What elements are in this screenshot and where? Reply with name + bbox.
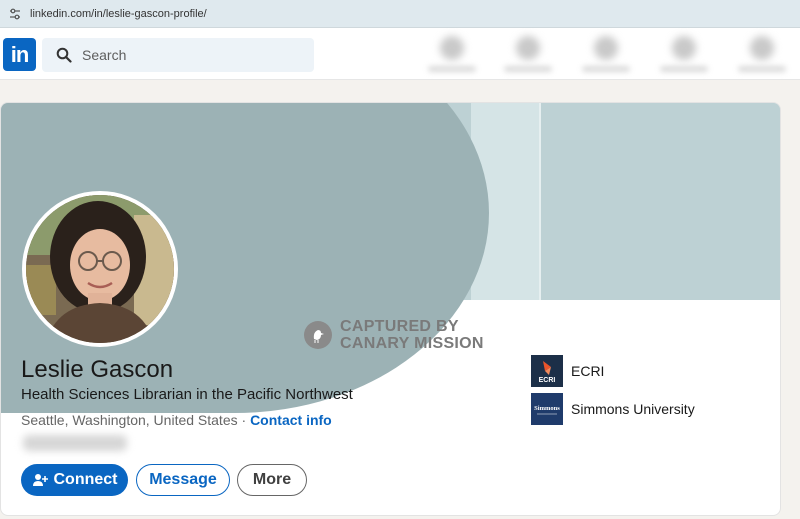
location-separator: ·: [237, 412, 251, 428]
blurred-nav-label: [504, 66, 552, 72]
simmons-logo: Simmons: [531, 393, 563, 425]
org-ecri[interactable]: ECRI ECRI: [531, 355, 604, 387]
nav-item-network[interactable]: [496, 32, 560, 76]
blurred-nav-icon: [440, 36, 464, 60]
url-text[interactable]: linkedin.com/in/leslie-gascon-profile/: [30, 8, 207, 20]
profile-location: Seattle, Washington, United States: [21, 412, 238, 428]
linkedin-logo[interactable]: in: [3, 38, 36, 71]
location-row: Seattle, Washington, United States · Con…: [21, 412, 332, 428]
blurred-nav-label: [660, 66, 708, 72]
connect-button[interactable]: Connect: [21, 464, 128, 496]
org-simmons-university[interactable]: Simmons Simmons University: [531, 393, 695, 425]
site-settings-icon[interactable]: [8, 7, 22, 21]
blurred-nav-icon: [594, 36, 618, 60]
nav-item-notifications[interactable]: [730, 32, 794, 76]
search-input[interactable]: Search: [82, 47, 126, 63]
nav-item-home[interactable]: [420, 32, 484, 76]
profile-name: Leslie Gascon: [21, 356, 174, 383]
blurred-nav-icon: [750, 36, 774, 60]
blurred-nav-icon: [516, 36, 540, 60]
nav-item-messaging[interactable]: [652, 32, 716, 76]
profile-card: CAPTURED BY CANARY MISSION Leslie Gascon…: [0, 102, 781, 516]
captured-watermark: CAPTURED BY CANARY MISSION: [304, 318, 484, 352]
banner-panel: [539, 103, 780, 300]
nav-item-jobs[interactable]: [574, 32, 638, 76]
add-person-icon: [32, 472, 48, 488]
contact-info-link[interactable]: Contact info: [250, 412, 332, 428]
blurred-nav-label: [738, 66, 786, 72]
watermark-line-1: CAPTURED BY: [340, 318, 459, 335]
ecri-logo-text: ECRI: [539, 377, 556, 384]
more-button[interactable]: More: [237, 464, 307, 496]
canary-bird-icon: [304, 321, 332, 349]
simmons-logo-text: Simmons: [534, 405, 560, 412]
watermark-line-2: CANARY MISSION: [340, 335, 484, 352]
blurred-nav-icon: [672, 36, 696, 60]
blurred-nav-label: [582, 66, 630, 72]
top-navigation: in Search: [0, 28, 800, 80]
org-name-ecri: ECRI: [571, 363, 605, 379]
search-icon: [56, 47, 72, 63]
profile-photo[interactable]: [22, 191, 178, 347]
org-name-simmons: Simmons University: [571, 401, 695, 417]
blurred-connections-count: [23, 435, 127, 451]
browser-url-bar[interactable]: linkedin.com/in/leslie-gascon-profile/: [0, 0, 800, 28]
blurred-nav-label: [428, 66, 476, 72]
search-bar[interactable]: Search: [42, 38, 314, 72]
ecri-logo: ECRI: [531, 355, 563, 387]
connect-label: Connect: [53, 471, 118, 488]
message-button[interactable]: Message: [136, 464, 230, 496]
profile-headline: Health Sciences Librarian in the Pacific…: [21, 386, 353, 403]
